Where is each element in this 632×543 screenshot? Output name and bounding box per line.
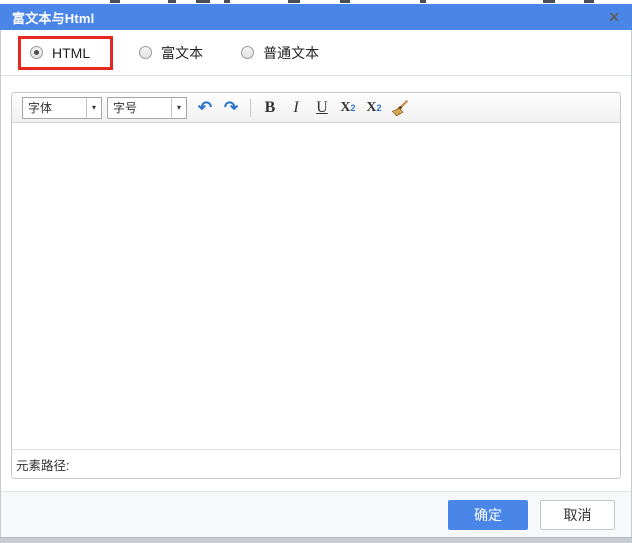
font-size-select[interactable]: 字号 ▾ [107,96,187,119]
cancel-button[interactable]: 取消 [540,499,615,530]
window-behind-bottom-strip [0,537,632,543]
mode-option-html[interactable]: HTML [18,35,114,70]
window-behind-artifact [168,0,176,3]
radio-button-icon[interactable] [139,46,153,59]
editor-content-area[interactable] [12,123,620,449]
superscript-button[interactable]: X2 [337,96,359,120]
dialog-footer: 确定 取消 [1,491,631,537]
chevron-down-icon[interactable]: ▾ [86,97,101,118]
underline-button[interactable]: U [311,96,333,120]
rich-text-dialog: 富文本与Html ✕ HTML 富文本 普通文本 字体 ▾ 字号 ▾ ↶ ↷ B… [0,0,632,543]
window-behind-artifact [584,0,594,3]
window-behind-strip [0,0,632,4]
close-icon[interactable]: ✕ [608,10,620,24]
window-behind-artifact [196,0,210,3]
undo-icon[interactable]: ↶ [194,96,216,120]
element-path-bar: 元素路径: [12,449,620,478]
window-behind-artifact [288,0,300,3]
font-family-select[interactable]: 字体 ▾ [22,96,102,119]
bold-button[interactable]: B [259,96,281,120]
mode-option-plaintext[interactable]: 普通文本 [241,43,319,63]
rich-text-editor: 字体 ▾ 字号 ▾ ↶ ↷ B I U X2 X2 元素路径: [11,92,621,479]
mode-selector-row: HTML 富文本 普通文本 [1,30,631,76]
toolbar-separator [250,98,251,117]
font-size-value: 字号 [113,101,138,115]
window-behind-artifact [340,0,350,3]
italic-button[interactable]: I [285,96,307,120]
mode-option-richtext[interactable]: 富文本 [139,43,203,63]
footer-gap [1,479,631,491]
window-behind-artifact [110,0,120,3]
redo-icon[interactable]: ↷ [220,96,242,120]
clear-format-button[interactable] [389,96,411,120]
dialog-title: 富文本与Html [12,10,95,26]
element-path-label: 元素路径: [16,458,70,473]
subscript-button[interactable]: X2 [363,96,385,120]
dialog-body: HTML 富文本 普通文本 字体 ▾ 字号 ▾ ↶ ↷ B I U X 2 X … [0,30,632,537]
mode-option-label: 普通文本 [263,44,320,61]
mode-option-label: 富文本 [161,44,204,61]
window-behind-artifact [543,0,555,3]
window-behind-artifact [224,0,230,3]
broom-icon [391,99,408,116]
window-behind-artifact [420,0,426,3]
chevron-down-icon[interactable]: ▾ [171,97,186,118]
dialog-titlebar: 富文本与Html ✕ [0,4,632,30]
font-family-value: 字体 [28,101,53,115]
mode-option-label: HTML [52,44,91,61]
radio-button-icon[interactable] [30,46,43,59]
ok-button[interactable]: 确定 [448,499,528,530]
radio-button-icon[interactable] [241,46,255,59]
editor-toolbar: 字体 ▾ 字号 ▾ ↶ ↷ B I U X2 X2 [12,93,620,123]
